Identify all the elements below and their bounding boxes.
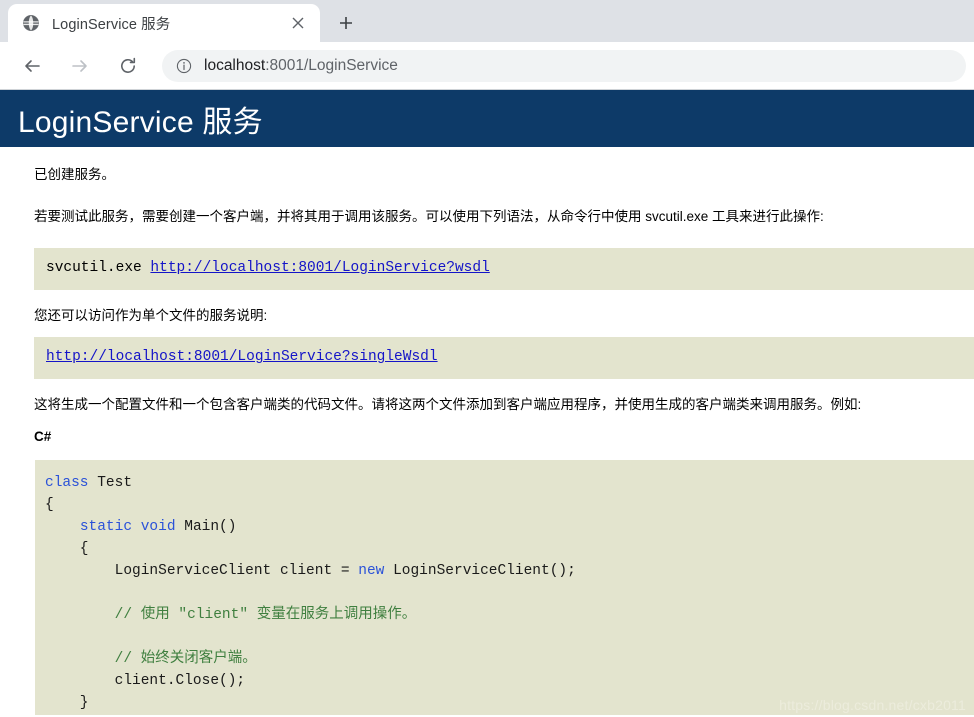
tab-title: LoginService 服务 — [52, 16, 171, 33]
code-close-brace-inner: } — [45, 695, 89, 712]
code-class-name: Test — [88, 474, 133, 491]
service-banner: LoginService 服务 — [0, 90, 974, 147]
back-button[interactable] — [14, 48, 50, 84]
browser-tab[interactable]: LoginService 服务 — [8, 4, 320, 42]
paragraph-test-intro: 若要测试此服务，需要创建一个客户端，并将其用于调用该服务。可以使用下列语法，从命… — [34, 208, 824, 224]
tab-strip: LoginService 服务 — [0, 0, 974, 42]
code-comment-use-client: // 使用 "client" 变量在服务上调用操作。 — [45, 606, 417, 623]
paragraph-single-file: 您还可以访问作为单个文件的服务说明: — [34, 307, 268, 323]
svcutil-command-block: svcutil.exe http://localhost:8001/LoginS… — [34, 248, 974, 290]
code-keyword-void: void — [140, 518, 176, 535]
info-circle-icon[interactable] — [176, 58, 192, 74]
code-open-brace: { — [45, 496, 54, 513]
browser-window: LoginService 服务 localhost:8001/LoginServ… — [0, 0, 974, 717]
service-help-body: 已创建服务。 若要测试此服务，需要创建一个客户端，并将其用于调用该服务。可以使用… — [0, 147, 974, 715]
code-client-ctor: LoginServiceClient(); — [384, 562, 576, 579]
wsdl-link[interactable]: http://localhost:8001/LoginService?wsdl — [150, 260, 489, 276]
url-path: :8001/LoginService — [265, 56, 398, 74]
forward-button[interactable] — [62, 48, 98, 84]
code-client-decl: LoginServiceClient client = — [45, 562, 359, 579]
code-method-name: Main() — [175, 518, 237, 535]
paragraph-generated: 这将生成一个配置文件和一个包含客户端类的代码文件。请将这两个文件添加到客户端应用… — [34, 397, 862, 413]
page-content: LoginService 服务 已创建服务。 若要测试此服务，需要创建一个客户端… — [0, 90, 974, 715]
code-close-call: client.Close(); — [45, 673, 246, 690]
svcutil-command-text: svcutil.exe — [46, 260, 151, 277]
url-text: localhost:8001/LoginService — [204, 57, 398, 75]
reload-button[interactable] — [110, 48, 146, 84]
single-wsdl-link[interactable]: http://localhost:8001/LoginService?singl… — [46, 349, 438, 365]
language-label: C# — [34, 428, 52, 444]
browser-toolbar: localhost:8001/LoginService — [0, 42, 974, 90]
url-host: localhost — [204, 56, 266, 74]
code-keyword-static: static — [79, 518, 133, 535]
close-icon[interactable] — [286, 11, 310, 35]
globe-icon — [22, 14, 40, 32]
new-tab-button[interactable] — [330, 7, 362, 39]
csharp-code-sample: class Test { static void Main() { LoginS… — [35, 459, 974, 715]
code-keyword-class: class — [45, 474, 89, 491]
single-wsdl-block: http://localhost:8001/LoginService?singl… — [34, 337, 974, 380]
code-comment-close-client: // 始终关闭客户端。 — [45, 651, 257, 667]
paragraph-created: 已创建服务。 — [34, 167, 115, 182]
page-title: LoginService 服务 — [18, 105, 263, 139]
address-bar[interactable]: localhost:8001/LoginService — [162, 49, 966, 82]
code-open-brace-inner: { — [45, 540, 89, 557]
code-keyword-new: new — [358, 562, 385, 579]
